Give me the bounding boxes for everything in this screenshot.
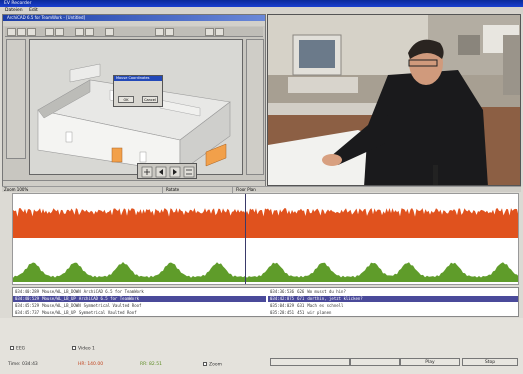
log-row[interactable]: 035:28:451 451 wir planen — [268, 310, 518, 316]
log-event: Mouse/WL_LB_UP — [42, 310, 76, 315]
signal-bottom-trace — [13, 262, 518, 282]
log-time: 034:42:875 — [270, 296, 295, 301]
menu-bar: Dateien Edit — [0, 7, 523, 14]
log-id: 631 — [297, 303, 305, 308]
log-row[interactable]: 034:40:529 Mouse/WL_LB_UP ArchiCAD 6.5 for… — [13, 296, 266, 302]
toolbar-button[interactable] — [7, 28, 16, 36]
log-text: Wo musst du hin? — [307, 289, 346, 294]
log-id: 451 — [297, 310, 305, 315]
zoom-checkbox[interactable]: Zoom — [203, 362, 222, 368]
captured-toolbar — [5, 27, 263, 37]
log-detail: Symmetrical Vaulted Roof — [83, 303, 142, 308]
toolbar-button[interactable] — [85, 28, 94, 36]
rewind-button[interactable] — [270, 358, 350, 366]
time-readout: Time: 034:43 — [8, 362, 38, 367]
checkbox-box[interactable] — [203, 362, 207, 366]
toolbar-button[interactable] — [155, 28, 164, 36]
log-detail: ArchiCAD 6.5 for TeamWork — [83, 289, 144, 294]
log-time: 035:04:029 — [270, 303, 295, 308]
navigator-pad[interactable] — [137, 163, 197, 179]
log-row[interactable]: 034:42:875 671 dorthin, jetzt klicken? — [268, 296, 518, 302]
coordinates-dialog[interactable]: Mouse Coordinates OK Cancel — [113, 75, 163, 107]
log-time: 034:45:737 — [15, 310, 40, 315]
app-title-bar: EV Recorder — [0, 0, 523, 7]
dialog-cancel-button[interactable]: Cancel — [142, 96, 158, 103]
eeg-checkbox[interactable]: EEG — [10, 346, 25, 352]
checkbox-box[interactable] — [72, 346, 76, 350]
log-id: 626 — [297, 289, 305, 294]
video-checkbox[interactable]: Video 1 — [72, 346, 95, 352]
screen-capture-panel: ArchiCAD 6.5 for TeamWork - [Untitled] M… — [2, 14, 266, 186]
log-time: 034:40:289 — [15, 289, 40, 294]
menu-file[interactable]: Dateien — [5, 8, 23, 13]
checkbox-box[interactable] — [10, 346, 14, 350]
play-button[interactable]: Play — [400, 358, 460, 366]
log-detail: ArchiCAD 6.5 for TeamWork — [78, 296, 140, 301]
info-palette[interactable] — [246, 39, 264, 175]
toolbar-button[interactable] — [205, 28, 214, 36]
log-time: 034:36:536 — [270, 289, 295, 294]
control-panel: EEG Video 1 Time: 034:43 HR: 140.00 RR: … — [0, 318, 523, 374]
log-event: Mouse/WL_LB_DOWN — [42, 303, 81, 308]
toolbar-button[interactable] — [17, 28, 26, 36]
menu-edit[interactable]: Edit — [29, 8, 38, 13]
video-frame — [267, 14, 521, 186]
log-id: 671 — [297, 296, 305, 301]
event-log[interactable]: 034:40:289 Mouse/WL_LB_DOWN ArchiCAD 6.5 f… — [12, 287, 519, 317]
log-text: wir planen — [307, 310, 332, 315]
toolbar-button[interactable] — [215, 28, 224, 36]
3d-model-viewport[interactable] — [29, 39, 243, 175]
tool-palette[interactable] — [6, 39, 26, 159]
log-text: Mach es schnell — [307, 303, 344, 308]
participant-video-image — [268, 15, 520, 185]
app-title: EV Recorder — [4, 1, 32, 6]
log-time: 035:28:451 — [270, 310, 295, 315]
toolbar-button[interactable] — [75, 28, 84, 36]
log-row[interactable]: 034:36:536 626 Wo musst du hin? — [268, 289, 518, 295]
toolbar-button[interactable] — [165, 28, 174, 36]
toolbar-button[interactable] — [45, 28, 54, 36]
log-time: 034:40:529 — [15, 296, 40, 301]
zoom-label: Zoom — [209, 362, 222, 368]
log-event: Mouse/WL_LB_DOWN — [42, 289, 81, 294]
log-time: 034:45:529 — [15, 303, 40, 308]
step-button[interactable] — [350, 358, 400, 366]
signal-top-trace — [13, 208, 518, 238]
log-row[interactable]: 034:45:529 Mouse/WL_LB_DOWN Symmetrical Va… — [13, 303, 266, 309]
readout-a: HR: 140.00 — [78, 362, 104, 367]
stop-button[interactable]: Stop — [462, 358, 518, 366]
physiological-signal-panel[interactable] — [12, 193, 519, 285]
eeg-label: EEG — [16, 346, 26, 352]
signal-plot — [13, 208, 518, 282]
toolbar-button[interactable] — [105, 28, 114, 36]
log-row[interactable]: 034:45:737 Mouse/WL_LB_UP Symmetrical Vaul… — [13, 310, 266, 316]
video-label: Video 1 — [78, 346, 95, 352]
log-text: dorthin, jetzt klicken? — [307, 296, 363, 301]
toolbar-button[interactable] — [27, 28, 36, 36]
dialog-ok-button[interactable]: OK — [118, 96, 134, 103]
log-detail: Symmetrical Vaulted Roof — [78, 310, 137, 315]
log-row[interactable]: 035:04:029 631 Mach es schnell — [268, 303, 518, 309]
log-row[interactable]: 034:40:289 Mouse/WL_LB_DOWN ArchiCAD 6.5 f… — [13, 289, 266, 295]
dialog-title: Mouse Coordinates — [114, 76, 162, 81]
captured-menu-bar — [3, 21, 265, 26]
toolbar-button[interactable] — [55, 28, 64, 36]
building-model-drawing — [30, 40, 242, 174]
log-event: Mouse/WL_LB_UP — [42, 296, 76, 301]
capture-status-bar: Zoom 100% Rotate Floor Plan — [2, 186, 521, 193]
navigator-arrows-icon — [141, 166, 195, 178]
readout-b: RR: 82.51 — [140, 362, 162, 367]
time-cursor[interactable] — [245, 194, 246, 284]
